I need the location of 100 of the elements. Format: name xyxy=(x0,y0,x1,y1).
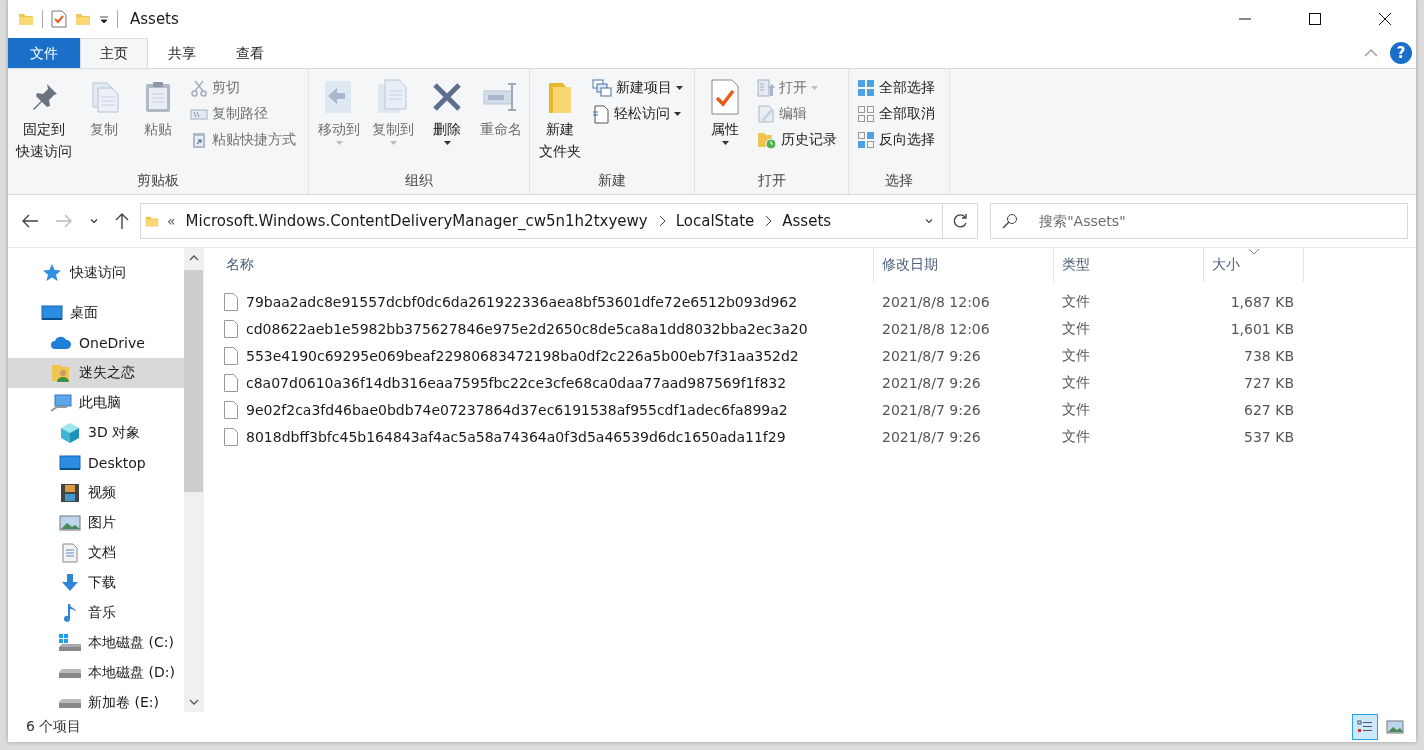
breadcrumb[interactable]: Microsoft.Windows.ContentDeliveryManager_cw5n1h2txyewy xyxy=(183,212,650,230)
ribbon-button[interactable]: 反向选择 xyxy=(853,127,939,153)
ribbon-group-label: 组织 xyxy=(404,171,434,190)
modified-date: 2021/8/7 9:26 xyxy=(881,374,982,391)
file-type: 文件 xyxy=(1061,346,1091,365)
ribbon-group-label: 选择 xyxy=(884,171,914,190)
caret-icon xyxy=(443,141,451,146)
ribbon-button[interactable]: 删除 xyxy=(421,73,473,168)
column-header[interactable]: 修改日期 xyxy=(874,248,1054,282)
column-header[interactable]: 大小 xyxy=(1204,248,1304,282)
monitor-icon xyxy=(59,455,81,471)
document-icon xyxy=(62,543,78,563)
chevron-down-icon xyxy=(89,216,99,226)
nav-item[interactable]: 3D 对象 xyxy=(8,418,184,448)
nav-item[interactable]: 快速访问 xyxy=(8,258,184,288)
file-type: 文件 xyxy=(1061,319,1091,338)
ribbon-tab[interactable]: 共享 xyxy=(148,38,216,68)
address-dropdown-icon xyxy=(923,216,934,226)
ribbon-button[interactable]: 历史记录 xyxy=(753,127,841,153)
nav-item[interactable]: 新加卷 (E:) xyxy=(8,688,184,712)
ribbon-button[interactable]: 轻松访问 xyxy=(588,101,687,127)
back-icon xyxy=(21,214,39,228)
nav-item[interactable]: 桌面 xyxy=(8,298,184,328)
nav-item[interactable]: 迷失之恋 xyxy=(8,358,184,388)
column-header[interactable]: 名称 xyxy=(218,248,874,282)
nav-item[interactable]: 图片 xyxy=(8,508,184,538)
history-icon xyxy=(757,130,777,150)
nav-item[interactable]: 本地磁盘 (C:) xyxy=(8,628,184,658)
nav-item[interactable]: 音乐 xyxy=(8,598,184,628)
file-icon xyxy=(224,319,238,338)
new-item-icon xyxy=(592,79,612,97)
properties-icon xyxy=(709,78,741,116)
file-icon xyxy=(224,400,238,419)
file-size: 1,687 KB xyxy=(1229,293,1295,310)
ribbon-button[interactable]: 全部选择 xyxy=(853,75,939,101)
ribbon-button[interactable]: 固定到 快速访问 xyxy=(12,73,76,168)
caret-icon xyxy=(335,141,343,146)
ribbon-button[interactable]: 新建 文件夹 xyxy=(534,73,586,168)
nav-item[interactable]: 本地磁盘 (D:) xyxy=(8,658,184,688)
dropdown-icon xyxy=(99,14,109,24)
ribbon-button[interactable]: 属性 xyxy=(699,73,751,168)
breadcrumb[interactable]: LocalState xyxy=(673,212,757,230)
nav-item[interactable]: 此电脑 xyxy=(8,388,184,418)
file-type: 文件 xyxy=(1061,400,1091,419)
refresh-icon xyxy=(951,213,968,229)
scrollbar[interactable] xyxy=(184,248,203,712)
nav-item[interactable]: 视频 xyxy=(8,478,184,508)
search-field[interactable]: 搜索"Assets" xyxy=(990,203,1408,239)
file-name[interactable]: 8018dbff3bfc45b164843af4ac5a58a74364a0f3d5a46539d6dc1650ada11f29 xyxy=(246,428,786,445)
breadcrumb[interactable]: Assets xyxy=(780,212,834,230)
chevron-right-icon xyxy=(657,215,666,227)
caret-icon xyxy=(676,85,683,91)
nav-item[interactable]: OneDrive xyxy=(8,328,184,358)
ribbon-group-label: 剪贴板 xyxy=(136,171,180,190)
ribbon-tab[interactable]: 文件 xyxy=(8,38,80,68)
scroll-down-icon xyxy=(188,698,199,706)
file-name[interactable]: 79baa2adc8e91557dcbf0dc6da261922336aea8bf53601dfe72e6512b093d962 xyxy=(246,293,798,310)
modified-date: 2021/8/7 9:26 xyxy=(881,401,982,418)
help-button[interactable]: ? xyxy=(1390,42,1412,64)
select-all-icon xyxy=(857,79,875,97)
scissors-icon xyxy=(190,79,208,97)
file-icon xyxy=(224,427,238,446)
music-note-icon xyxy=(63,603,77,623)
ribbon-button[interactable]: 新建项目 xyxy=(588,75,687,101)
file-name[interactable]: 553e4190c69295e069beaf22980683472198ba0df2c226a5b00eb7f31aa352d2 xyxy=(246,347,799,364)
nav-item[interactable]: 文档 xyxy=(8,538,184,568)
address-bar[interactable]: « Microsoft.Windows.ContentDeliveryManager_cw5n1h2txyewy LocalState Assets xyxy=(140,203,943,239)
close-icon xyxy=(1379,13,1391,25)
ribbon-tab[interactable]: 查看 xyxy=(216,38,284,68)
nav-item[interactable]: Desktop xyxy=(8,448,184,478)
modified-date: 2021/8/8 12:06 xyxy=(881,293,991,310)
file-name[interactable]: cd08622aeb1e5982bb375627846e975e2d2650c8de5ca8a1dd8032bba2ec3a20 xyxy=(246,320,808,337)
cube-icon xyxy=(59,422,81,444)
up-icon xyxy=(115,212,129,230)
folder-icon xyxy=(18,11,34,27)
overflow-mark[interactable]: « xyxy=(167,213,176,229)
caret-icon xyxy=(721,141,729,146)
drive-icon xyxy=(58,667,82,679)
ribbon-button[interactable]: 全部取消 xyxy=(853,101,939,127)
computer-icon xyxy=(50,393,72,413)
file-type: 文件 xyxy=(1061,373,1091,392)
monitor-icon xyxy=(41,305,63,321)
column-header[interactable]: 类型 xyxy=(1054,248,1204,282)
modified-date: 2021/8/7 9:26 xyxy=(881,428,982,445)
file-size: 627 KB xyxy=(1243,401,1295,418)
file-icon xyxy=(224,292,238,311)
select-none-icon xyxy=(857,105,875,123)
maximize-icon xyxy=(1309,13,1321,25)
file-name[interactable]: c8a07d0610a36f14db316eaa7595fbc22ce3cfe68ca0daa77aad987569f1f832 xyxy=(246,374,787,391)
invert-selection-icon xyxy=(857,131,875,149)
nav-item[interactable]: 下载 xyxy=(8,568,184,598)
cloud-icon xyxy=(50,336,72,350)
modified-date: 2021/8/8 12:06 xyxy=(881,320,991,337)
refresh-button[interactable] xyxy=(942,203,979,239)
file-size: 537 KB xyxy=(1243,428,1295,445)
details-view-button[interactable] xyxy=(1352,714,1378,740)
file-size: 727 KB xyxy=(1243,374,1295,391)
file-name[interactable]: 9e02f2ca3fd46bae0bdb74e07237864d37ec6191538af955cdf1adec6fa899a2 xyxy=(246,401,788,418)
folder-icon xyxy=(75,11,91,27)
ribbon-tab[interactable]: 主页 xyxy=(80,38,148,68)
